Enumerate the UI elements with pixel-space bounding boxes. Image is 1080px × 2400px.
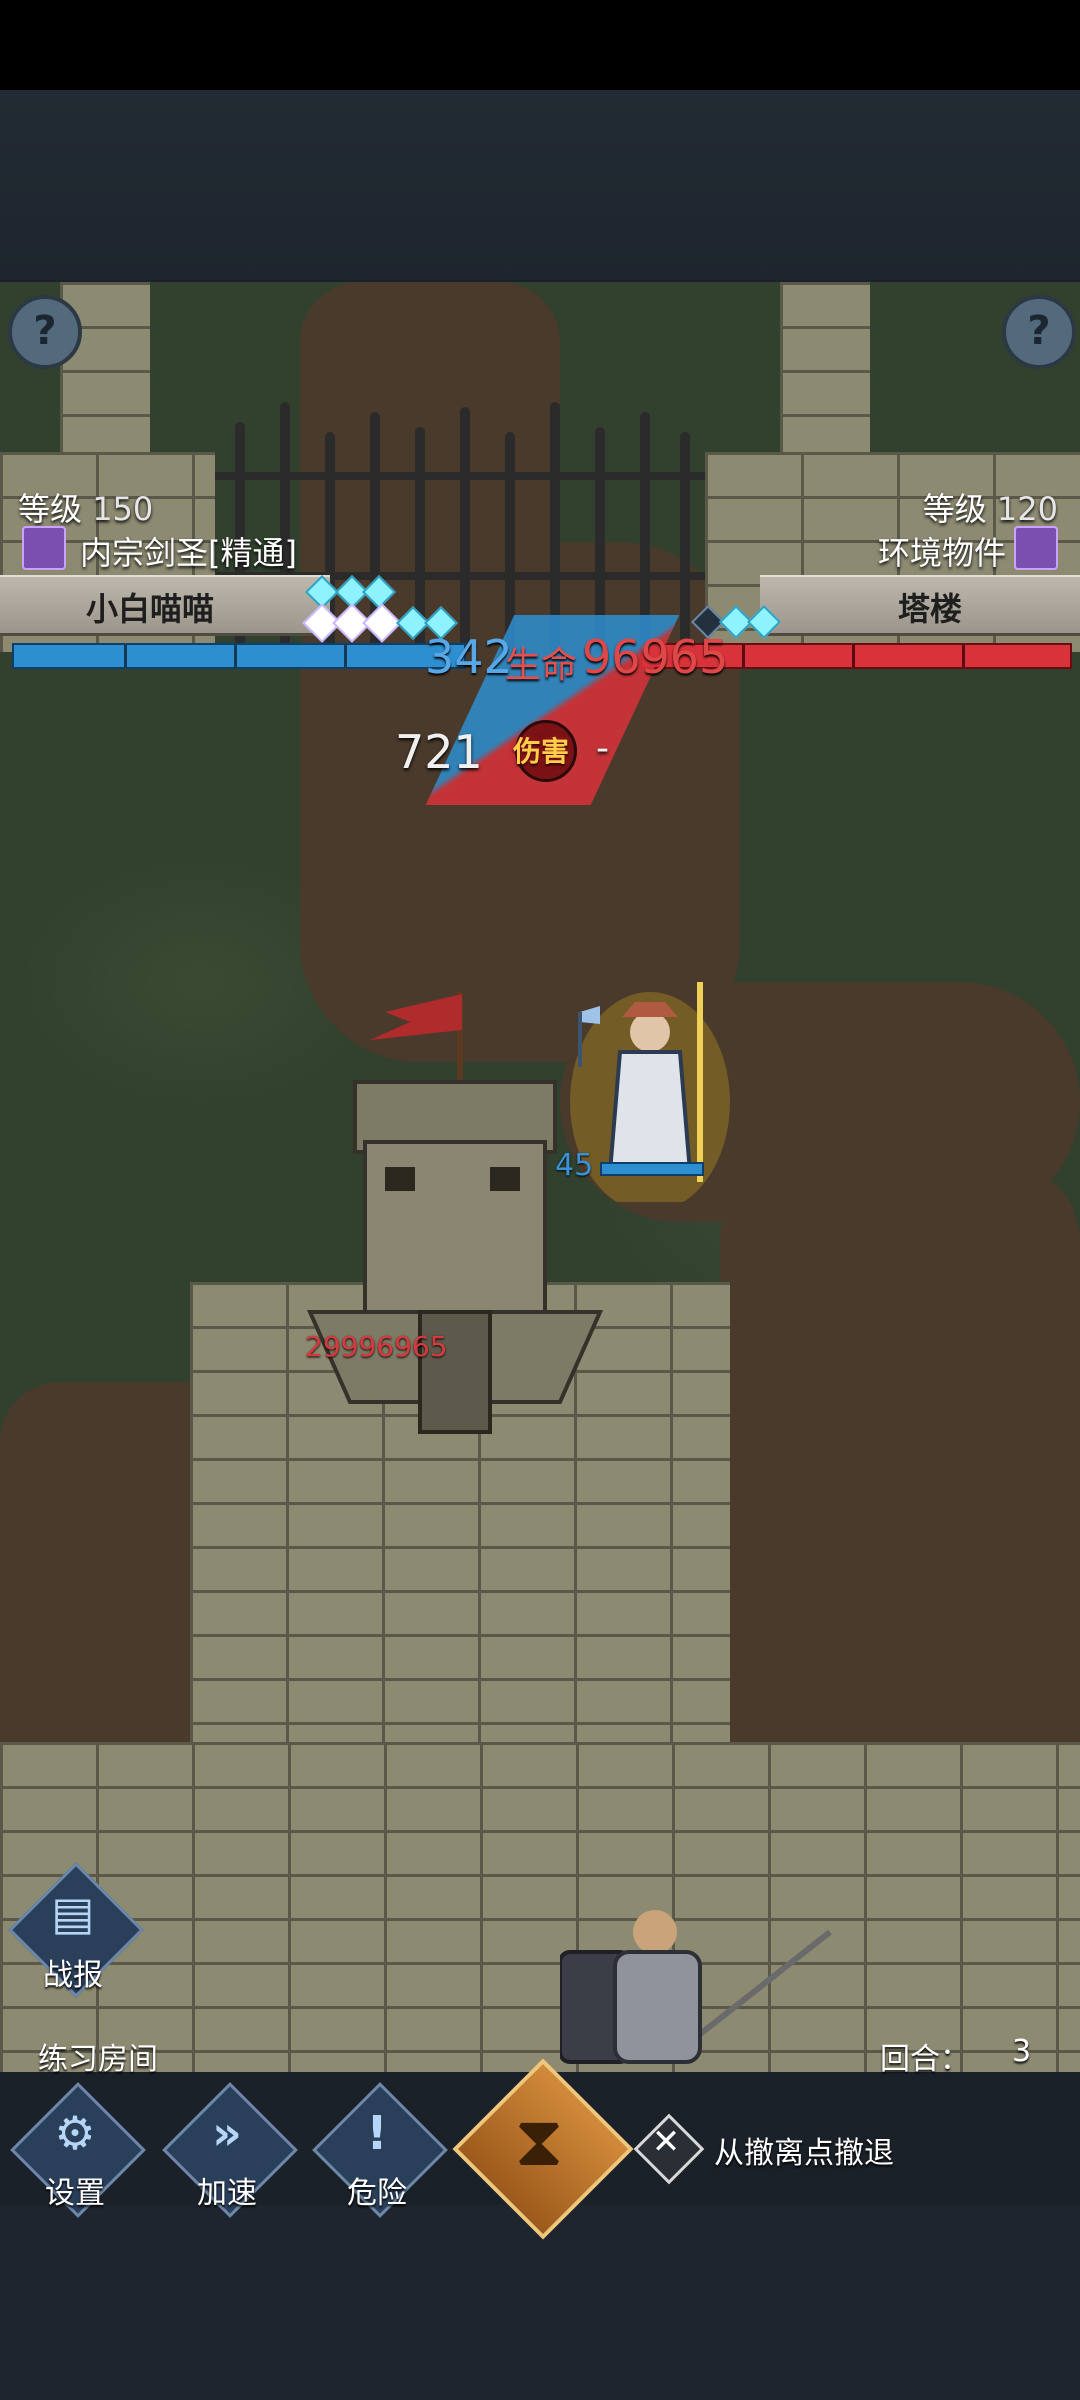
hourglass-icon: ⧗	[514, 2100, 564, 2182]
top-frame	[0, 0, 1080, 280]
player-value-text: 342	[425, 630, 513, 684]
knight-unit[interactable]	[558, 1902, 840, 2072]
level-label: 等级	[18, 490, 83, 528]
fast-forward-icon: »	[212, 2106, 242, 2160]
gear-icon: ⚙	[54, 2106, 96, 2160]
damage-label: 伤害	[513, 735, 570, 768]
stone-wall	[0, 1742, 1080, 2072]
life-label: 生命	[505, 645, 578, 686]
player-buffs	[302, 575, 465, 643]
enemy-class: 环境物件	[877, 534, 1006, 572]
enemy-level: 等级 120	[923, 484, 1058, 530]
battle-report-label: 战报	[43, 1958, 103, 1993]
help-icon[interactable]: ?	[8, 295, 82, 369]
exclamation-icon: !	[366, 2106, 388, 2160]
danger-label: 危险	[347, 2176, 407, 2211]
battle-report-icon: ▤	[51, 1886, 95, 1940]
round-label: 回合：	[880, 2042, 970, 2077]
skill-icon[interactable]	[22, 526, 66, 570]
player-name: 小白喵喵	[85, 590, 214, 628]
damage-dash: -	[596, 728, 609, 769]
settings-label: 设置	[45, 2176, 105, 2211]
tower-hp-text: 29996965	[305, 1330, 448, 1363]
damage-value: 721	[395, 725, 483, 779]
player-class: 内宗剑圣[精通]	[80, 534, 297, 572]
room-name: 练习房间	[38, 2042, 158, 2077]
player-hp-bar	[12, 643, 466, 669]
help-icon[interactable]: ?	[1002, 295, 1076, 369]
hero-hp-bar	[600, 1162, 704, 1176]
retreat-button[interactable]: ✕	[633, 2113, 705, 2185]
enemy-value-text: 96965	[582, 630, 729, 684]
speed-label: 加速	[197, 2176, 257, 2211]
level-label: 等级	[922, 490, 987, 528]
enemy-name: 塔楼	[897, 590, 962, 628]
retreat-label[interactable]: 从撤离点撤退	[714, 2128, 894, 2172]
level-value: 150	[92, 490, 154, 528]
end-turn-button[interactable]: ⧗	[452, 2058, 634, 2240]
skill-icon[interactable]	[1014, 526, 1058, 570]
damage-badge: 伤害	[505, 712, 585, 782]
player-level: 等级 150	[18, 484, 153, 530]
hero-hp-text: 45	[555, 1148, 594, 1183]
level-value: 120	[996, 490, 1058, 528]
round-value: 3	[1012, 2034, 1032, 2069]
crossed-tools-icon: ✕	[651, 2122, 681, 2162]
